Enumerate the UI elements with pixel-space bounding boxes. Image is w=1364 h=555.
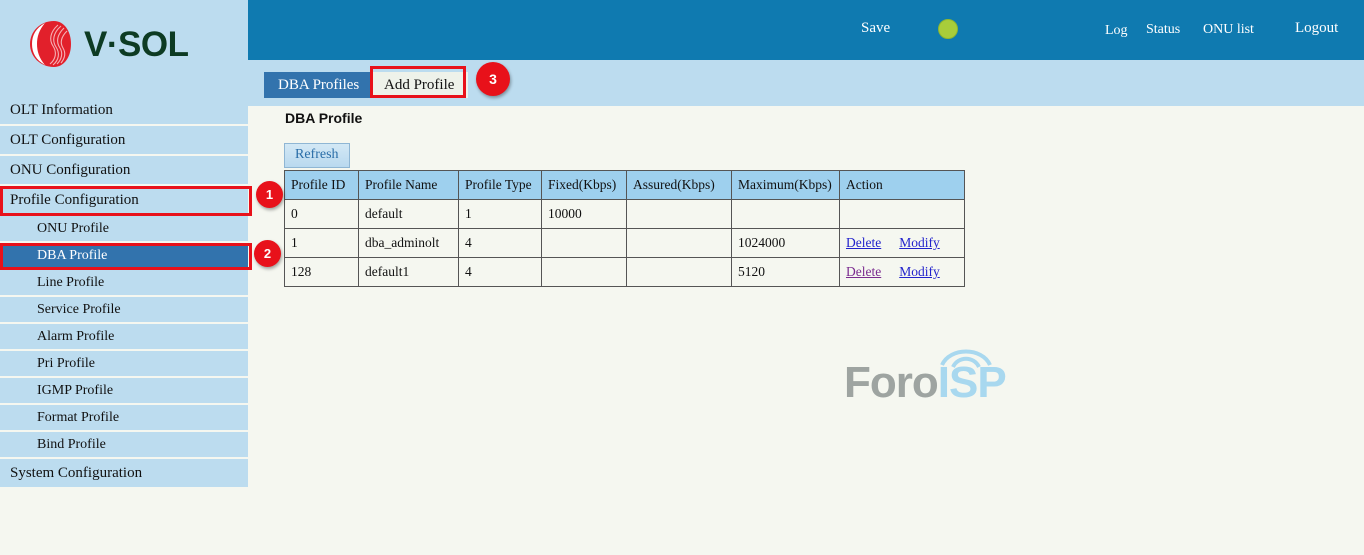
- brand-logo[interactable]: V·SOL: [24, 18, 188, 70]
- cell-profile-name: dba_adminolt: [359, 229, 459, 258]
- onu-list-link[interactable]: ONU list: [1203, 22, 1254, 38]
- cell-action: Delete Modify: [840, 258, 965, 287]
- cell-assured: [627, 200, 732, 229]
- cell-fixed: [542, 258, 627, 287]
- table-row: 0 default 1 10000: [285, 200, 965, 229]
- cell-assured: [627, 229, 732, 258]
- modify-link[interactable]: Modify: [899, 264, 940, 279]
- sidebar-item-olt-configuration[interactable]: OLT Configuration: [0, 126, 248, 154]
- watermark-part1: Foro: [844, 358, 938, 407]
- cell-fixed: [542, 229, 627, 258]
- cell-assured: [627, 258, 732, 287]
- cell-profile-id: 0: [285, 200, 359, 229]
- header-bar: Save Log Status ONU list Logout: [248, 0, 1364, 60]
- table-row: 128 default1 4 5120 Delete Modify: [285, 258, 965, 287]
- refresh-button[interactable]: Refresh: [284, 143, 350, 168]
- annotation-badge-2: 2: [254, 240, 281, 267]
- column-header-action: Action: [840, 171, 965, 200]
- page-root: V·SOL Save Log Status ONU list Logout DB…: [0, 0, 1364, 555]
- table-row: 1 dba_adminolt 4 1024000 Delete Modify: [285, 229, 965, 258]
- cell-profile-type: 4: [459, 229, 542, 258]
- cell-maximum: 5120: [732, 258, 840, 287]
- page-title: DBA Profile: [285, 110, 362, 126]
- dba-profile-table: Profile ID Profile Name Profile Type Fix…: [284, 170, 965, 287]
- annotation-badge-3: 3: [476, 62, 510, 96]
- sidebar-item-bind-profile[interactable]: Bind Profile: [0, 432, 248, 457]
- delete-link[interactable]: Delete: [846, 264, 881, 279]
- cell-maximum: [732, 200, 840, 229]
- table-header-row: Profile ID Profile Name Profile Type Fix…: [285, 171, 965, 200]
- cell-profile-type: 4: [459, 258, 542, 287]
- cell-profile-id: 128: [285, 258, 359, 287]
- annotation-box-dba-profile: [0, 243, 252, 270]
- modify-link[interactable]: Modify: [899, 235, 940, 250]
- cell-profile-name: default: [359, 200, 459, 229]
- column-header-profile-id: Profile ID: [285, 171, 359, 200]
- column-header-maximum: Maximum(Kbps): [732, 171, 840, 200]
- status-link[interactable]: Status: [1146, 22, 1180, 38]
- logo-panel: V·SOL: [0, 0, 248, 96]
- sidebar: OLT Information OLT Configuration ONU Co…: [0, 96, 248, 483]
- annotation-badge-1: 1: [256, 181, 283, 208]
- cell-profile-name: default1: [359, 258, 459, 287]
- wifi-arc-icon: [936, 343, 996, 369]
- cell-action: [840, 200, 965, 229]
- column-header-assured: Assured(Kbps): [627, 171, 732, 200]
- sidebar-item-line-profile[interactable]: Line Profile: [0, 270, 248, 295]
- annotation-box-add-profile: [370, 66, 466, 98]
- sidebar-item-format-profile[interactable]: Format Profile: [0, 405, 248, 430]
- cell-profile-type: 1: [459, 200, 542, 229]
- save-button[interactable]: Save: [861, 20, 890, 37]
- sidebar-item-service-profile[interactable]: Service Profile: [0, 297, 248, 322]
- column-header-profile-type: Profile Type: [459, 171, 542, 200]
- sidebar-item-alarm-profile[interactable]: Alarm Profile: [0, 324, 248, 349]
- column-header-fixed: Fixed(Kbps): [542, 171, 627, 200]
- sidebar-item-igmp-profile[interactable]: IGMP Profile: [0, 378, 248, 403]
- green-status-dot-icon: [938, 19, 958, 39]
- logout-link[interactable]: Logout: [1295, 20, 1338, 37]
- delete-link[interactable]: Delete: [846, 235, 881, 250]
- sidebar-item-onu-profile[interactable]: ONU Profile: [0, 216, 248, 241]
- sidebar-item-pri-profile[interactable]: Pri Profile: [0, 351, 248, 376]
- tab-dba-profiles[interactable]: DBA Profiles: [264, 72, 373, 98]
- sidebar-item-onu-configuration[interactable]: ONU Configuration: [0, 156, 248, 184]
- cell-profile-id: 1: [285, 229, 359, 258]
- cell-fixed: 10000: [542, 200, 627, 229]
- watermark-foroisp: ForoISP: [844, 361, 1006, 405]
- log-link[interactable]: Log: [1105, 23, 1128, 39]
- cell-action: Delete Modify: [840, 229, 965, 258]
- column-header-profile-name: Profile Name: [359, 171, 459, 200]
- content-area: DBA Profile Refresh Profile ID Profile N…: [248, 106, 1364, 555]
- brand-name: V·SOL: [84, 27, 188, 62]
- watermark-part2: ISP: [938, 358, 1006, 407]
- annotation-box-profile-configuration: [0, 186, 252, 216]
- cell-maximum: 1024000: [732, 229, 840, 258]
- sidebar-item-system-configuration[interactable]: System Configuration: [0, 459, 248, 487]
- vsol-flame-logo-icon: [24, 18, 76, 70]
- sidebar-item-olt-information[interactable]: OLT Information: [0, 96, 248, 124]
